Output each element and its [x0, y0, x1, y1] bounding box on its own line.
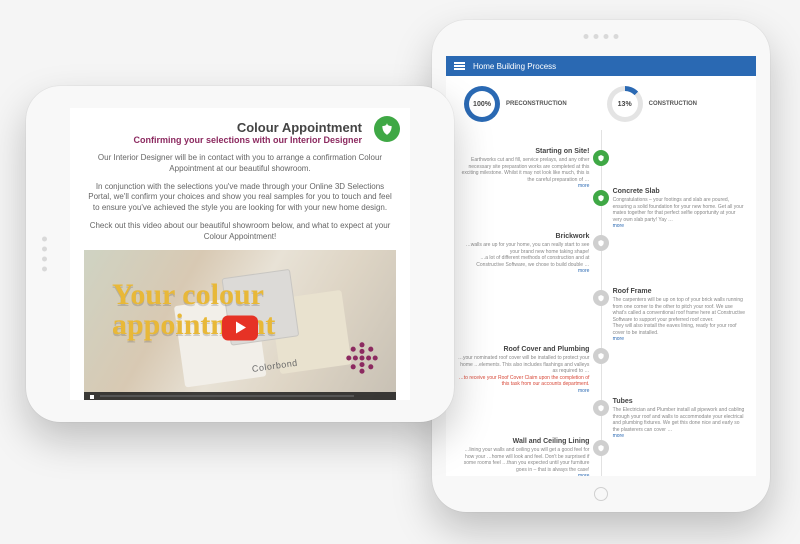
timeline-item: Brickwork …walls are up for your home, yo… [456, 233, 589, 274]
tablet-left: Colour Appointment Confirming your selec… [26, 86, 454, 422]
timeline-item-title: Tubes [613, 398, 746, 405]
timeline-item: Tubes The Electrician and Plumber install… [613, 398, 746, 439]
intro-paragraph-1: Our Interior Designer will be in contact… [84, 153, 396, 175]
menu-icon[interactable] [454, 62, 465, 70]
speaker-dots [584, 34, 619, 39]
video-player[interactable]: Colorbond Your colourappointment [84, 250, 396, 400]
gauge-preconstruction: 100% PRECONSTRUCTION [464, 86, 567, 122]
timeline-item-title: Roof Frame [613, 288, 746, 295]
more-link[interactable]: more [613, 433, 624, 439]
flower-decoration-icon [340, 336, 384, 380]
more-link[interactable]: more [613, 223, 624, 229]
timeline-node[interactable] [593, 348, 609, 364]
more-link[interactable]: more [578, 388, 589, 394]
timeline-item: Concrete Slab Congratulations – your foot… [613, 188, 746, 229]
gauge-ring-icon: 13% [607, 86, 643, 122]
video-control-bar[interactable] [84, 392, 396, 400]
intro-paragraph-3: Check out this video about our beautiful… [84, 221, 396, 243]
timeline-node[interactable] [593, 440, 609, 456]
timeline-item-body: The carpenters will be up on top of your… [613, 297, 746, 323]
timeline-item-body: The Electrician and Plumber install all … [613, 407, 746, 433]
page-title: Colour Appointment [84, 120, 362, 135]
timeline-item: Roof Cover and Plumbing …your nominated r… [456, 346, 589, 394]
timeline-item-title: Roof Cover and Plumbing [456, 346, 589, 353]
timeline-item-alert: …to receive your Roof Cover Claim upon t… [456, 375, 589, 388]
timeline-item: Roof Frame The carpenters will be up on t… [613, 288, 746, 342]
header-title: Home Building Process [473, 62, 556, 71]
timeline-item: Wall and Ceiling Lining …lining your wall… [456, 438, 589, 476]
more-link[interactable]: more [613, 336, 624, 342]
timeline-item-title: Starting on Site! [456, 148, 589, 155]
more-link[interactable]: more [578, 183, 589, 189]
timeline-node[interactable] [593, 150, 609, 166]
right-screen: Home Building Process 100% PRECONSTRUCTI… [446, 56, 756, 476]
gauge-ring-icon: 100% [464, 86, 500, 122]
timeline-node[interactable] [593, 290, 609, 306]
page-subtitle: Confirming your selections with our Inte… [84, 135, 362, 145]
tablet-right: Home Building Process 100% PRECONSTRUCTI… [432, 20, 770, 512]
timeline-item-title: Concrete Slab [613, 188, 746, 195]
timeline: Starting on Site! Earthworks cut and fill… [456, 130, 746, 476]
timeline-item-body: Earthworks cut and fill, service prelays… [456, 157, 589, 183]
timeline-item-body: …lining your walls and ceiling you will … [456, 447, 589, 473]
timeline-item-body: …a lot of different methods of construct… [456, 255, 589, 268]
timeline-item-body: They will also install the eaves lining,… [613, 323, 746, 336]
timeline-node[interactable] [593, 235, 609, 251]
timeline-item-body: …your nominated roof cover will be insta… [456, 355, 589, 375]
stage-badge-icon [374, 116, 400, 142]
timeline-item-title: Brickwork [456, 233, 589, 240]
more-link[interactable]: more [578, 473, 589, 476]
left-screen: Colour Appointment Confirming your selec… [70, 108, 410, 400]
timeline-node[interactable] [593, 400, 609, 416]
timeline-item-title: Wall and Ceiling Lining [456, 438, 589, 445]
intro-paragraph-2: In conjunction with the selections you'v… [84, 182, 396, 214]
home-button[interactable] [594, 487, 608, 501]
timeline-item-body: Congratulations – your footings and slab… [613, 197, 746, 223]
play-button-icon[interactable] [222, 315, 258, 340]
timeline-item-body: …walls are up for your home, you can rea… [456, 242, 589, 255]
timeline-node[interactable] [593, 190, 609, 206]
gauge-construction: 13% CONSTRUCTION [607, 86, 697, 122]
timeline-item: Starting on Site! Earthworks cut and fill… [456, 148, 589, 189]
more-link[interactable]: more [578, 268, 589, 274]
progress-gauges: 100% PRECONSTRUCTION 13% CONSTRUCTION [446, 76, 756, 128]
app-header: Home Building Process [446, 56, 756, 76]
speaker-dots [42, 237, 47, 272]
